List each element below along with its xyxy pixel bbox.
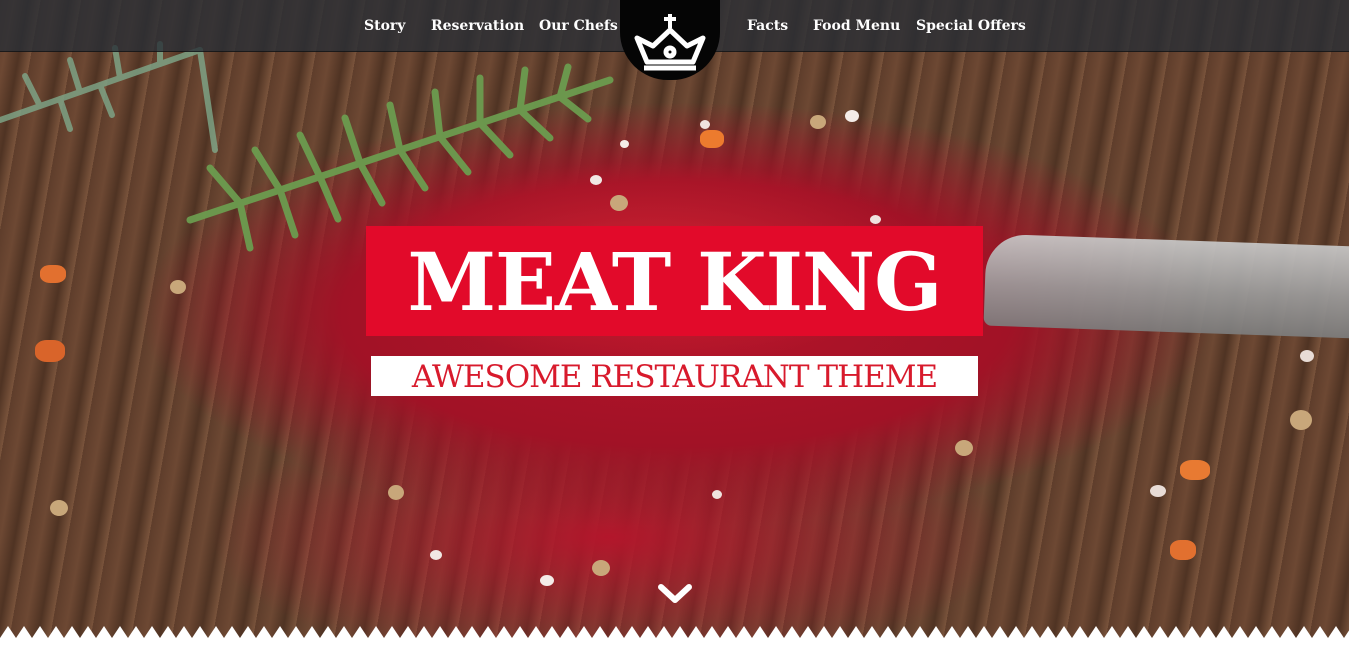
knife-blade-image xyxy=(983,233,1353,339)
chili-flake xyxy=(40,265,66,283)
hero-subtitle-banner: AWESOME RESTAURANT THEME xyxy=(371,356,978,396)
pepper-speck xyxy=(592,560,610,576)
salt-speck xyxy=(845,110,859,122)
salt-speck xyxy=(430,550,442,560)
salt-speck xyxy=(712,490,722,499)
nav-link-facts[interactable]: Facts xyxy=(747,18,788,34)
hero-title: MEAT KING xyxy=(407,235,942,329)
salt-speck xyxy=(700,120,710,129)
rosemary-garnish-left-image xyxy=(0,41,218,153)
nav-link-food-menu[interactable]: Food Menu xyxy=(813,18,900,34)
salt-speck xyxy=(1300,350,1314,362)
zigzag-divider xyxy=(0,626,1353,655)
crown-icon xyxy=(634,14,706,71)
pepper-speck xyxy=(610,195,628,211)
nav-link-reservation[interactable]: Reservation xyxy=(431,18,524,34)
pepper-speck xyxy=(388,485,404,500)
logo-home-link[interactable] xyxy=(620,0,720,80)
pepper-speck xyxy=(955,440,973,456)
pepper-speck xyxy=(170,280,186,294)
pepper-speck xyxy=(1290,410,1312,430)
salt-speck xyxy=(870,215,881,224)
salt-speck xyxy=(540,575,554,586)
hero-title-banner: MEAT KING xyxy=(366,226,983,336)
chili-flake xyxy=(1180,460,1210,480)
hero-subtitle: AWESOME RESTAURANT THEME xyxy=(411,359,938,395)
chili-flake xyxy=(1170,540,1196,560)
scroll-down-button[interactable] xyxy=(656,582,694,606)
nav-link-our-chefs[interactable]: Our Chefs xyxy=(539,18,618,34)
pepper-speck xyxy=(50,500,68,516)
salt-speck xyxy=(590,175,602,185)
salt-speck xyxy=(620,140,629,148)
page-edge xyxy=(1349,0,1353,655)
chevron-down-icon xyxy=(658,584,692,603)
chili-flake xyxy=(700,130,724,148)
salt-speck xyxy=(1150,485,1166,497)
nav-link-special-offers[interactable]: Special Offers xyxy=(916,18,1026,34)
nav-link-story[interactable]: Story xyxy=(364,18,405,34)
pepper-speck xyxy=(810,115,826,129)
chili-flake xyxy=(35,340,65,362)
